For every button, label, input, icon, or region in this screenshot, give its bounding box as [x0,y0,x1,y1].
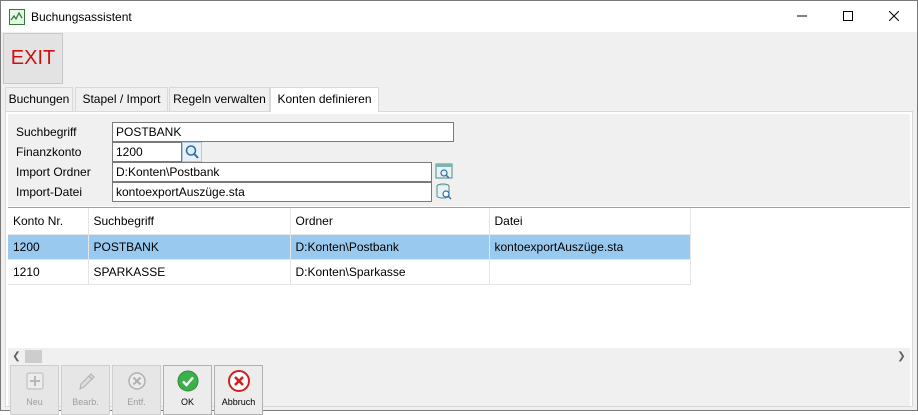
import-ordner-label: Import Ordner [16,165,91,179]
search-icon [185,145,199,159]
app-chart-icon [9,9,25,25]
scrollbar-thumb[interactable] [25,350,42,363]
cancel-icon [228,370,250,392]
neu-button[interactable]: Neu [10,365,59,415]
maximize-icon [843,11,853,21]
cell-konto-nr: 1200 [8,234,89,260]
minimize-icon [797,15,807,17]
finanzkonto-field[interactable]: 1200 [112,142,182,162]
column-header-ordner[interactable]: Ordner [290,208,490,235]
scroll-right-icon[interactable]: ❯ [893,348,910,365]
title-bar[interactable]: Buchungsassistent [1,1,917,32]
tab-konten-definieren[interactable]: Konten definieren [270,87,379,112]
ok-button[interactable]: OK [163,365,212,415]
maximize-button[interactable] [825,1,871,32]
browse-file-icon [436,183,452,200]
horizontal-scrollbar[interactable]: ❮ ❯ [8,348,910,365]
column-header-konto-nr[interactable]: Konto Nr. [8,208,89,235]
table-header-row: Konto Nr. Suchbegriff Ordner Datei [8,208,691,235]
browse-folder-button[interactable] [434,162,454,182]
tab-stapel-import[interactable]: Stapel / Import [75,87,168,111]
cell-datei: kontoexportAuszüge.sta [489,234,691,260]
table-row[interactable]: 1210 SPARKASSE D:Konten\Sparkasse [8,259,691,285]
scroll-left-icon[interactable]: ❮ [8,348,25,365]
check-icon [177,370,199,392]
close-icon [889,11,899,21]
ok-label: OK [180,397,194,407]
exit-button[interactable]: EXIT [3,33,63,84]
abbruch-label: Abbruch [221,397,256,407]
cell-ordner: D:Konten\Postbank [290,234,490,260]
entfernen-label: Entf. [127,397,146,407]
finanzkonto-label: Finanzkonto [16,145,82,159]
abbruch-button[interactable]: Abbruch [214,365,263,415]
entfernen-button[interactable]: Entf. [112,365,161,415]
import-datei-label: Import-Datei [16,185,83,199]
browse-file-button[interactable] [434,182,454,202]
tab-panel-konten-definieren: Suchbegriff POSTBANK Finanzkonto 1200 Im… [5,111,913,415]
search-account-button[interactable] [182,142,202,162]
cell-ordner: D:Konten\Sparkasse [290,259,490,285]
suchbegriff-label: Suchbegriff [16,125,77,139]
tab-regeln-verwalten[interactable]: Regeln verwalten [169,87,270,111]
buchungsassistent-window: Buchungsassistent EXIT Buchungen Stapel … [0,0,918,415]
window-title: Buchungsassistent [31,10,132,24]
import-ordner-field[interactable]: D:Konten\Postbank [112,162,432,182]
action-button-bar: Neu Bearb. Entf. OK Abbruch [8,365,910,415]
cell-suchbegriff: SPARKASSE [88,259,291,285]
add-icon [26,372,44,390]
bearbeiten-button[interactable]: Bearb. [61,365,110,415]
minimize-button[interactable] [779,1,825,32]
browse-folder-icon [435,163,453,179]
bearbeiten-label: Bearb. [72,397,99,407]
column-header-datei[interactable]: Datei [489,208,691,235]
import-datei-field[interactable]: kontoexportAuszüge.sta [112,182,432,202]
tab-buchungen[interactable]: Buchungen [5,87,73,111]
close-button[interactable] [871,1,917,32]
cell-datei [489,259,691,285]
table-row[interactable]: 1200 POSTBANK D:Konten\Postbank kontoexp… [8,234,691,260]
cell-suchbegriff: POSTBANK [88,234,291,260]
pencil-icon [79,373,95,390]
suchbegriff-field[interactable]: POSTBANK [112,122,454,142]
cell-konto-nr: 1210 [8,259,89,285]
column-header-suchbegriff[interactable]: Suchbegriff [88,208,291,235]
delete-icon [128,372,146,390]
toolbar: EXIT [1,32,917,85]
account-form: Suchbegriff POSTBANK Finanzkonto 1200 Im… [8,114,910,206]
accounts-table[interactable]: Konto Nr. Suchbegriff Ordner Datei 1200 … [8,207,910,348]
neu-label: Neu [26,397,43,407]
